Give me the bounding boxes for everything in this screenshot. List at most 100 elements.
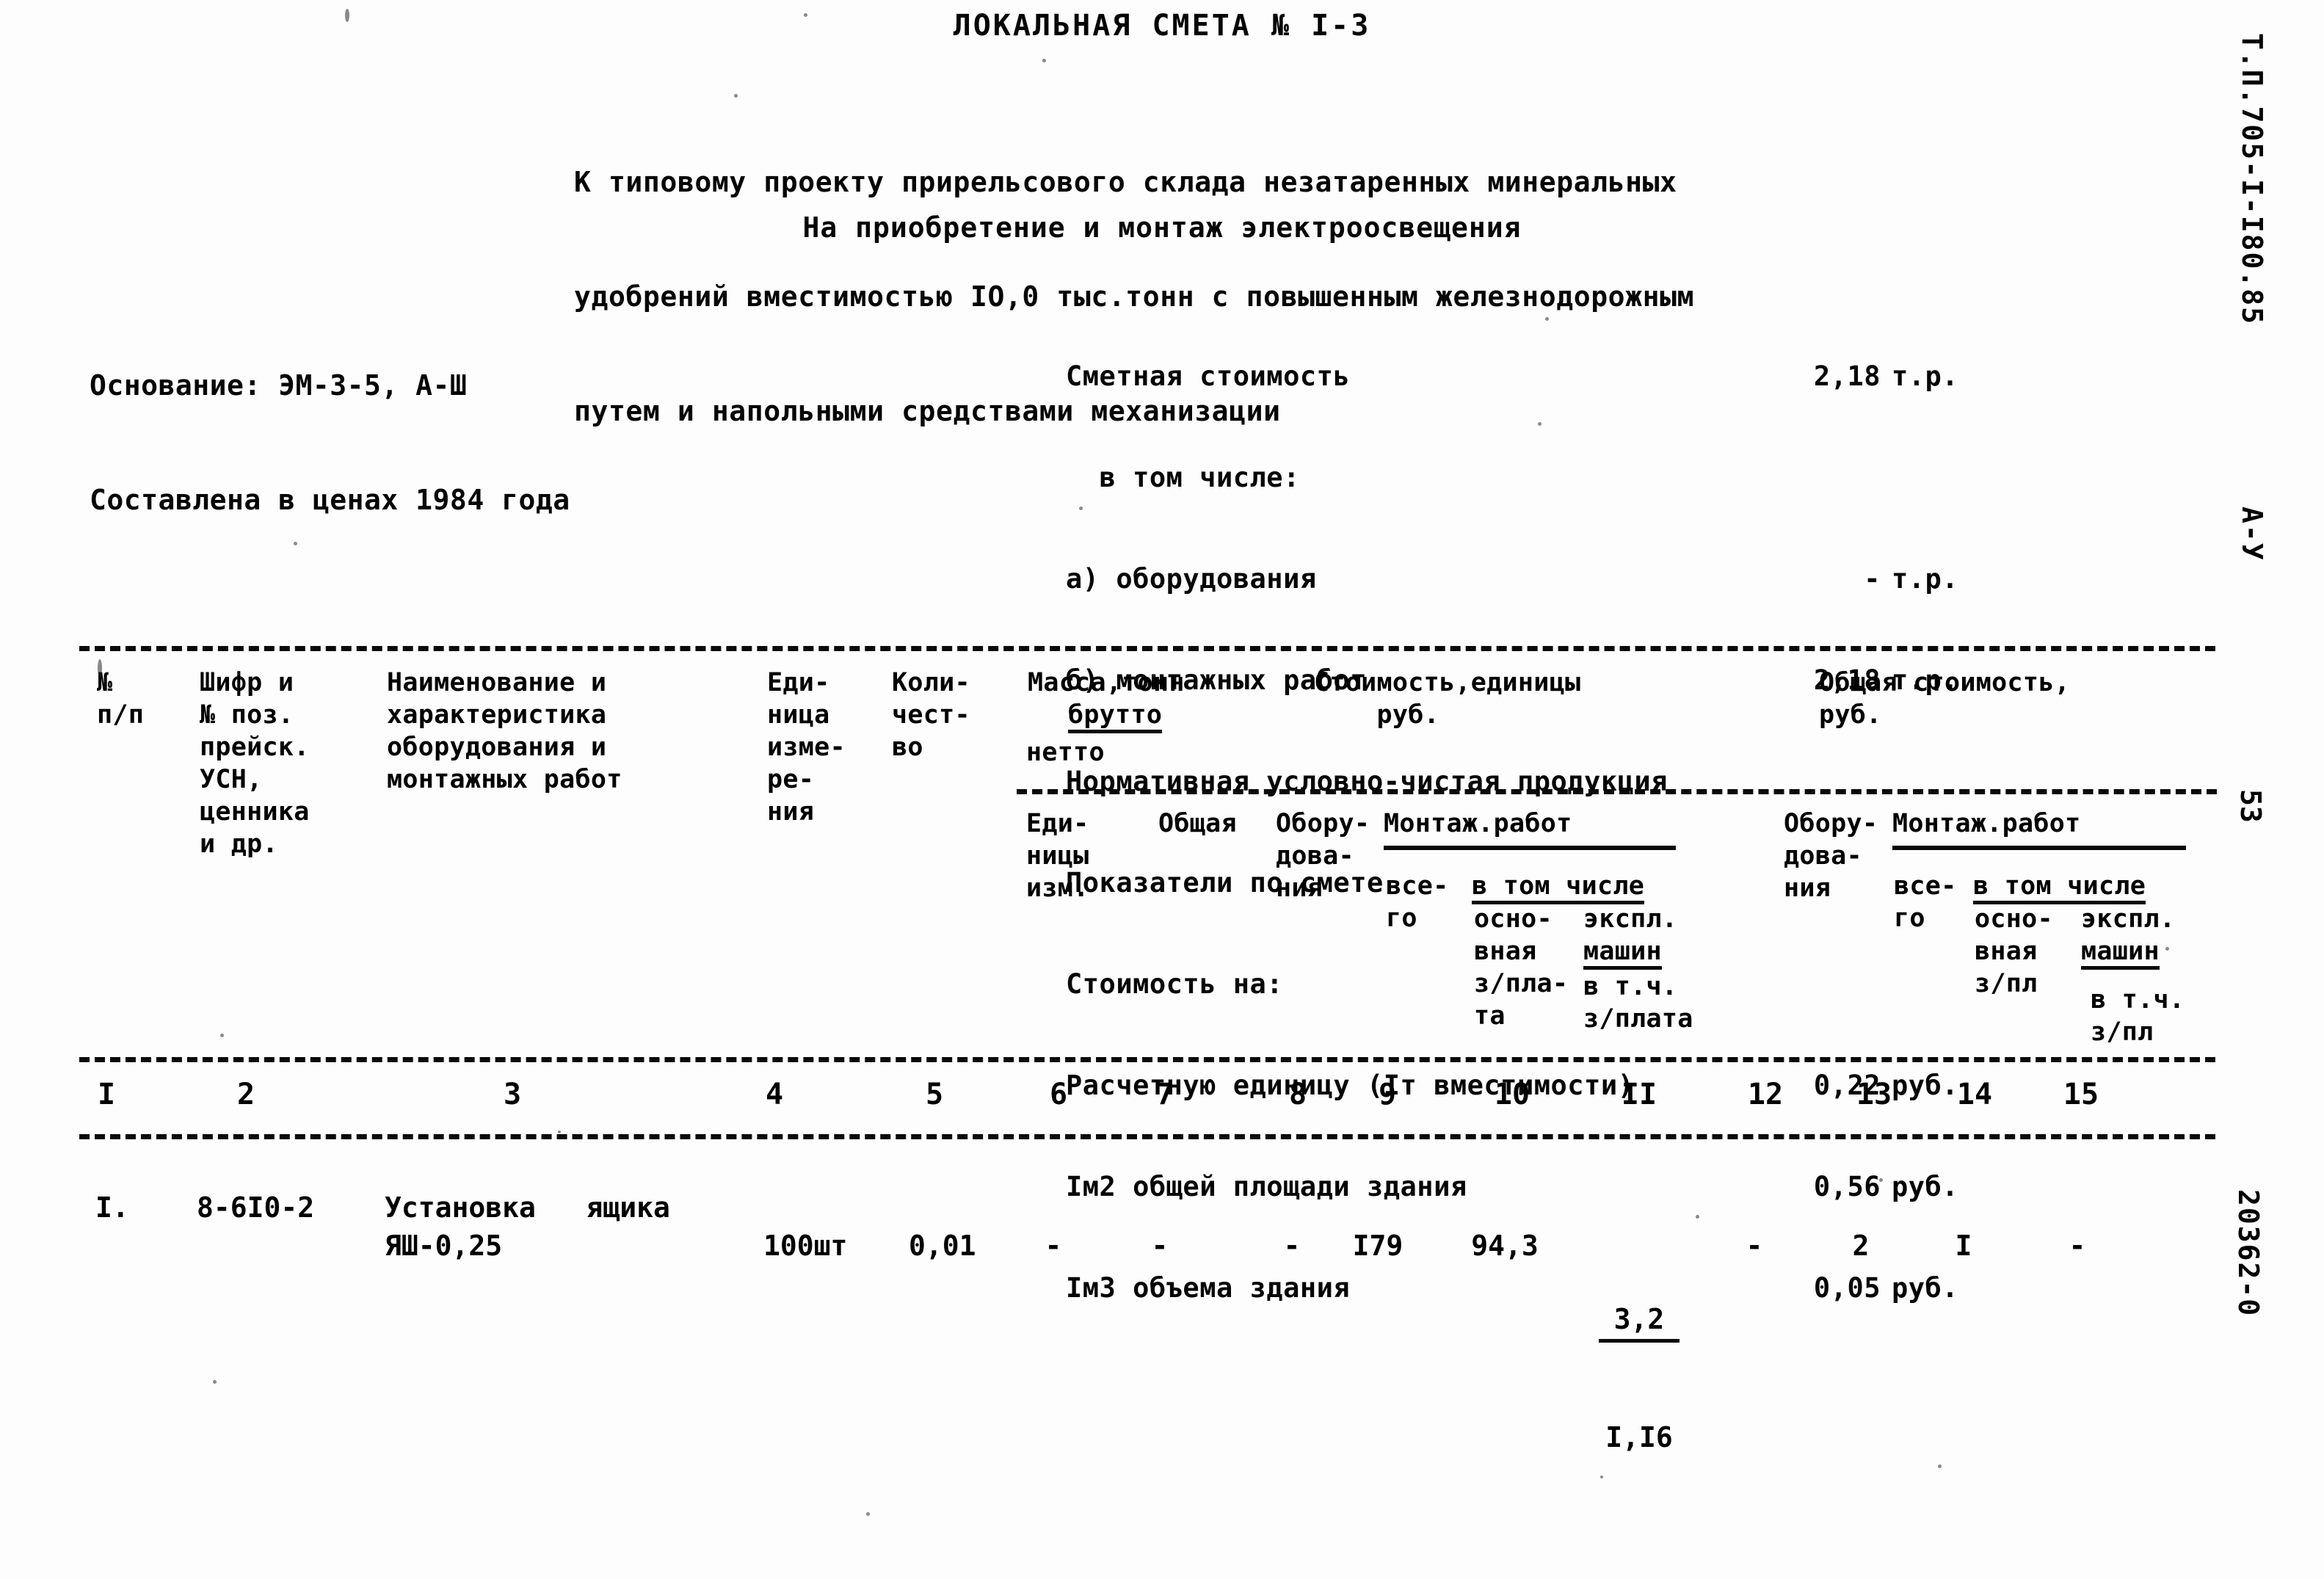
- summary-value: 0,05: [1813, 1272, 1881, 1304]
- cell-row1-col13: 2: [1852, 1230, 1870, 1262]
- scan-speck: [1538, 422, 1542, 426]
- summary-unit: т.р.: [1892, 360, 1959, 392]
- header-mach-left-line1b: л.: [1646, 904, 1678, 934]
- scan-speck: [1545, 317, 1549, 321]
- margin-project-code: Т.П.705-I-I80.85: [2236, 33, 2268, 326]
- header-cost-unit-group: Стоимость,единицы руб.: [1314, 668, 1581, 730]
- summary-unit: т.р.: [1892, 563, 1959, 595]
- cell-row1-col6: -: [1045, 1230, 1062, 1262]
- scan-speck: [734, 94, 738, 98]
- header-base-right: осно- вная з/пл: [1975, 904, 2053, 998]
- cell-row1-col12: -: [1746, 1230, 1763, 1262]
- scan-speck: [1938, 1464, 1942, 1468]
- column-number: I: [97, 1078, 116, 1111]
- header-col-5: Коли- чест- во: [892, 668, 970, 762]
- scan-speck: [804, 13, 807, 17]
- header-incl-left: в том числе: [1472, 870, 1645, 904]
- header-equip-right: Обору- дова- ния: [1784, 809, 1878, 903]
- header-all-right: все- го: [1894, 871, 1957, 933]
- header-all-left: все- го: [1386, 871, 1449, 933]
- header-mount-right-rule: [1892, 846, 2186, 850]
- cell-row1-col1: I.: [95, 1191, 129, 1224]
- colnum-top-rule: [79, 1057, 2215, 1062]
- header-col-2: Шифр и № поз. прейск. УСН, ценника и др.: [200, 668, 310, 859]
- header-incl-right: в том числе: [1973, 870, 2146, 904]
- header-unit-total: Общая: [1158, 809, 1237, 838]
- header-mass-netto: нетто: [1026, 738, 1105, 767]
- table-top-rule: [79, 646, 2215, 651]
- cell-row1-col3-line1: Установка ящика: [385, 1191, 670, 1224]
- header-mach-left-sub: в т.ч. з/плата: [1583, 972, 1693, 1034]
- header-group-rule: [1017, 789, 2217, 794]
- basis-block: Основание: ЭМ-3-5, А-Ш Составлена в цена…: [90, 290, 570, 595]
- column-number: 8: [1288, 1078, 1307, 1111]
- margin-bottom-code: 20362-0: [2232, 1189, 2265, 1318]
- header-equip-left: Обору- дова- ния: [1276, 809, 1370, 903]
- colnum-bottom-rule: [79, 1134, 2215, 1139]
- margin-series: А-У: [2236, 507, 2268, 562]
- margin-page-number: 53: [2234, 789, 2267, 823]
- scan-speck: [220, 1034, 224, 1037]
- column-number: 13: [1856, 1078, 1892, 1111]
- summary-label: Сметная стоимость: [1066, 360, 1351, 392]
- column-number: 12: [1747, 1078, 1784, 1111]
- basis-line-1: Основание: ЭМ-3-5, А-Ш: [90, 369, 468, 402]
- column-number: 7: [1155, 1078, 1174, 1111]
- column-number: 4: [765, 1078, 784, 1111]
- summary-label: Iм3 объема здания: [1066, 1272, 1351, 1304]
- header-mach-right: экспл. машин: [2081, 903, 2175, 970]
- scan-speck: [294, 542, 297, 545]
- scan-speck: [345, 9, 349, 22]
- summary-label: а) оборудования: [1066, 563, 1317, 595]
- cell-row1-col14: I: [1955, 1230, 1972, 1262]
- header-mach-left-line2: машин: [1583, 937, 1662, 970]
- header-mach-left: экспл. машин: [1583, 903, 1677, 970]
- summary-unit: руб.: [1892, 1171, 1959, 1202]
- cell-row1-col9: I79: [1352, 1230, 1404, 1262]
- header-cost-total-group: Общая стоимость, руб.: [1819, 668, 2070, 730]
- scan-speck: [866, 1512, 870, 1516]
- cell-row1-col15: -: [2069, 1230, 2086, 1262]
- summary-value: -: [1864, 563, 1881, 595]
- cell-row1-col10: 94,3: [1471, 1230, 1539, 1262]
- summary-row: а) оборудования - т.р.: [1066, 562, 1958, 596]
- scan-speck: [1079, 507, 1083, 510]
- column-number: 15: [2063, 1078, 2099, 1111]
- scan-speck: [98, 659, 102, 677]
- cell-row1-col5: 0,01: [909, 1230, 976, 1262]
- header-mass-group: Масса,тонн: [1028, 668, 1185, 697]
- subject-line: На приобретение и монтаж электроосвещени…: [802, 211, 1522, 244]
- header-col-3: Наименование и характеристика оборудован…: [387, 668, 622, 794]
- cell-row1-col3-line2: ЯШ-0,25: [385, 1230, 503, 1262]
- column-number: 6: [1049, 1078, 1068, 1111]
- summary-value: 0,56: [1813, 1171, 1881, 1202]
- summary-row: Сметная стоимость 2,18 т.р.: [1066, 360, 1958, 393]
- cell-row1-col11-numerator: 3,2: [1599, 1301, 1680, 1343]
- header-unit-izm: Еди- ницы изм.: [1026, 809, 1089, 903]
- summary-row: Стоимость на:: [1066, 968, 1283, 1001]
- header-mach-left-line1: эксп: [1583, 904, 1646, 934]
- header-mass-brutto-text: брутто: [1068, 700, 1163, 733]
- basis-line-2: Составлена в ценах 1984 года: [90, 484, 570, 516]
- cell-row1-col7: -: [1151, 1230, 1169, 1262]
- column-number: 9: [1378, 1078, 1397, 1111]
- summary-unit: руб.: [1892, 1272, 1959, 1304]
- summary-row: Iм2 общей площади здания 0,56 руб.: [1066, 1170, 1958, 1204]
- header-mass-brutto: брутто: [1068, 699, 1163, 733]
- cell-row1-col11-denominator: I,I6: [1605, 1421, 1673, 1453]
- column-number: 3: [503, 1078, 522, 1111]
- cell-row1-col4: 100шт: [763, 1230, 848, 1262]
- header-mach-right-line2: машин: [2081, 937, 2160, 970]
- header-mach-right-sub: в т.ч. з/пл: [2091, 985, 2185, 1047]
- summary-label: в том числе:: [1066, 462, 1300, 493]
- summary-row: в том числе:: [1066, 461, 1300, 495]
- document-page: ЛОКАЛЬНАЯ СМЕТА № I-3 К типовому проекту…: [0, 0, 2324, 1579]
- summary-label: Iм2 общей площади здания: [1066, 1171, 1467, 1202]
- header-base-left: осно- вная з/пла- та: [1474, 904, 1569, 1031]
- header-mount-right: Монтаж.работ: [1892, 809, 2081, 838]
- header-mount-left-rule: [1384, 846, 1676, 850]
- scan-speck: [558, 1130, 561, 1133]
- header-mach-right-line1: экспл.: [2081, 904, 2176, 934]
- summary-value: 2,18: [1813, 360, 1881, 392]
- column-number: 5: [925, 1078, 944, 1111]
